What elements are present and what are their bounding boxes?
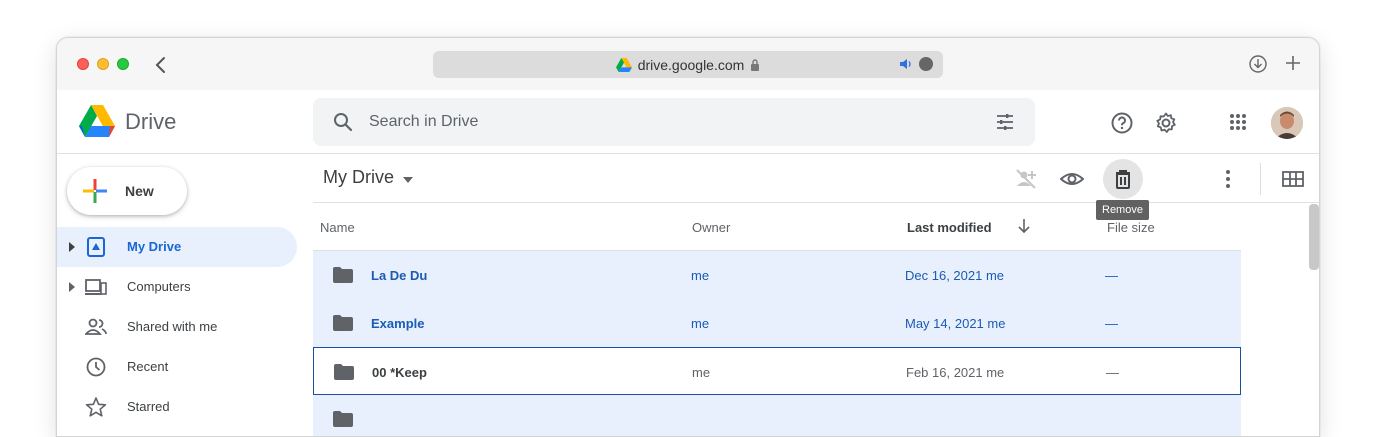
folder-icon — [333, 267, 353, 283]
file-owner: me — [692, 365, 711, 380]
file-owner: me — [691, 268, 710, 283]
file-modified: Feb 16, 2021 me — [906, 365, 1005, 380]
trash-icon[interactable] — [1111, 167, 1135, 191]
url-text: drive.google.com — [637, 56, 745, 73]
lock-icon — [751, 58, 760, 71]
more-vertical-icon[interactable] — [1216, 167, 1240, 191]
clock-icon — [86, 357, 106, 377]
download-icon[interactable] — [1249, 55, 1267, 73]
file-size: — — [1105, 316, 1118, 331]
computers-icon — [85, 279, 107, 295]
speaker-icon[interactable] — [899, 57, 913, 71]
page-menu-icon[interactable] — [919, 57, 933, 71]
browser-window: drive.google.com Drive Search in Drive N… — [56, 37, 1320, 437]
settings-gear-icon[interactable] — [1155, 112, 1177, 134]
file-modified: Dec 16, 2021 me — [905, 268, 1005, 283]
folder-icon — [333, 411, 353, 427]
folder-title[interactable]: My Drive — [323, 167, 394, 188]
column-name-header[interactable]: Name — [320, 220, 355, 235]
colorful-plus-icon — [83, 179, 107, 203]
folder-icon — [334, 364, 354, 380]
back-arrow-icon[interactable] — [153, 54, 169, 76]
expand-caret-icon[interactable] — [69, 282, 75, 292]
content-toolbar: My Drive Remove — [313, 155, 1319, 220]
file-name: Example — [371, 316, 425, 331]
column-size-header[interactable]: File size — [1107, 220, 1155, 235]
sidebar-item-my-drive[interactable]: My Drive — [57, 227, 297, 267]
sidebar-item-label: Computers — [127, 279, 191, 294]
sidebar-item-label: Recent — [127, 359, 169, 374]
minimize-window-button[interactable] — [97, 58, 109, 70]
column-modified-header[interactable]: Last modified — [907, 220, 992, 235]
app-title: Drive — [125, 109, 177, 134]
zoom-window-button[interactable] — [117, 58, 129, 70]
address-bar[interactable]: drive.google.com — [433, 51, 943, 78]
main-content: My Drive Remove Name Owner Last modified… — [313, 155, 1319, 436]
sidebar-item-label: Starred — [127, 399, 170, 414]
file-list: Name Owner Last modified File size La De… — [313, 203, 1241, 436]
chevron-down-icon[interactable] — [403, 177, 413, 183]
file-name: La De Du — [371, 268, 428, 283]
column-owner-header[interactable]: Owner — [692, 220, 730, 235]
sidebar-item-starred[interactable]: Starred — [57, 387, 297, 427]
sidebar-item-recent[interactable]: Recent — [57, 347, 297, 387]
search-icon[interactable] — [333, 112, 353, 132]
sidebar-item-label: My Drive — [127, 239, 182, 254]
toolbar-divider — [1260, 163, 1261, 195]
expand-caret-icon[interactable] — [69, 242, 75, 252]
my-drive-icon — [87, 237, 105, 257]
list-header: Name Owner Last modified File size — [313, 203, 1241, 251]
folder-icon — [333, 315, 353, 331]
table-row[interactable]: La De Du me Dec 16, 2021 me — — [313, 251, 1241, 299]
search-input[interactable]: Search in Drive — [369, 113, 478, 131]
scrollbar-thumb[interactable] — [1309, 204, 1319, 270]
preview-eye-icon[interactable] — [1060, 167, 1084, 191]
close-window-button[interactable] — [77, 58, 89, 70]
file-owner: me — [691, 316, 710, 331]
shared-icon — [85, 318, 107, 335]
file-name: 00 *Keep — [372, 365, 427, 380]
apps-grid-icon[interactable] — [1229, 113, 1247, 131]
table-row[interactable]: Example me May 14, 2021 me — — [313, 299, 1241, 347]
sidebar: New My Drive Computers Shared with me Re… — [57, 155, 313, 436]
new-button-label: New — [125, 183, 154, 199]
sidebar-item-computers[interactable]: Computers — [57, 267, 297, 307]
sidebar-item-label: Shared with me — [127, 319, 218, 334]
file-size: — — [1105, 268, 1118, 283]
new-tab-icon[interactable] — [1285, 55, 1301, 71]
account-avatar[interactable] — [1271, 107, 1303, 139]
table-row-partial[interactable] — [313, 395, 1241, 436]
grid-view-icon[interactable] — [1281, 167, 1305, 191]
sidebar-item-shared[interactable]: Shared with me — [57, 307, 297, 347]
table-row[interactable]: 00 *Keep me Feb 16, 2021 me — — [313, 347, 1241, 395]
star-icon — [85, 397, 107, 417]
file-modified: May 14, 2021 me — [905, 316, 1006, 331]
file-size: — — [1106, 365, 1119, 380]
help-icon[interactable] — [1111, 112, 1133, 134]
avatar-photo — [1271, 107, 1303, 139]
share-disabled-icon[interactable] — [1014, 167, 1038, 191]
drive-favicon-icon — [615, 57, 632, 72]
browser-titlebar: drive.google.com — [57, 38, 1319, 90]
new-button[interactable]: New — [67, 167, 187, 215]
sort-arrow-down-icon[interactable] — [1017, 218, 1031, 234]
search-bar[interactable]: Search in Drive — [313, 98, 1035, 146]
search-options-icon[interactable] — [995, 112, 1015, 132]
drive-header: Drive Search in Drive — [57, 90, 1319, 154]
drive-logo-icon[interactable] — [79, 105, 115, 137]
